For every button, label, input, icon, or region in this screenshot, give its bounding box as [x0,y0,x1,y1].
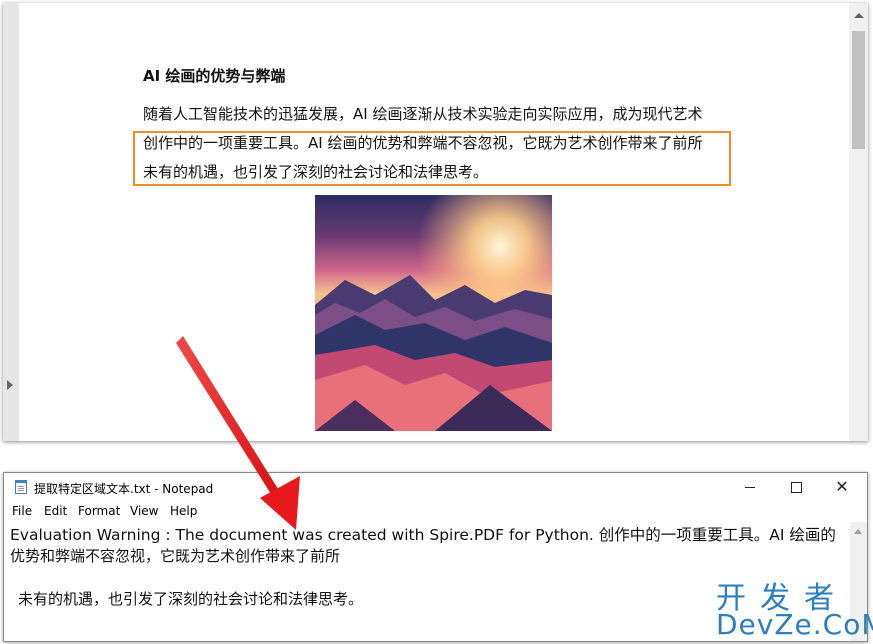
minimize-icon [745,487,755,488]
scroll-up-icon[interactable] [854,13,864,18]
watermark-english: DevZe.CoM [716,608,873,641]
editor-line: Evaluation Warning : The document was cr… [10,526,836,544]
menu-edit[interactable]: Edit [44,504,67,518]
close-icon: ✕ [835,477,849,496]
menu-file[interactable]: File [12,504,32,518]
doc-title: AI 绘画的优势与弊端 [143,67,286,85]
minimize-button[interactable] [727,473,773,501]
editor-line: 优势和弊端不容忽视，它既为艺术创作带来了前所 [10,547,341,565]
scroll-thumb[interactable] [852,31,865,149]
title-bar[interactable]: 提取特定区域文本.txt - Notepad ✕ [4,473,867,501]
pdf-page: AI 绘画的优势与弊端 随着人工智能技术的迅猛发展，AI 绘画逐渐从技术实验走向… [19,3,849,441]
maximize-button[interactable] [773,473,819,501]
expand-panel-icon[interactable] [7,380,13,390]
menu-bar: File Edit Format View Help [4,501,867,522]
left-gutter [3,3,19,441]
menu-format[interactable]: Format [78,504,120,518]
menu-help[interactable]: Help [170,504,197,518]
menu-view[interactable]: View [130,504,158,518]
maximize-icon [791,482,802,493]
notepad-icon [15,480,27,494]
landscape-image [315,195,552,431]
editor-line: 未有的机遇，也引发了深刻的社会讨论和法律思考。 [18,590,364,608]
paragraph-line: 随着人工智能技术的迅猛发展，AI 绘画逐渐从技术实验走向实际应用，成为现代艺术 [143,105,703,123]
close-button[interactable]: ✕ [819,473,865,501]
pdf-viewer-window: AI 绘画的优势与弊端 随着人工智能技术的迅猛发展，AI 绘画逐渐从技术实验走向… [3,3,868,441]
scroll-up-icon[interactable] [854,529,862,534]
highlight-box [133,131,731,186]
landscape-art [315,195,552,431]
window-title: 提取特定区域文本.txt - Notepad [34,482,214,496]
vertical-scrollbar[interactable] [849,3,868,441]
